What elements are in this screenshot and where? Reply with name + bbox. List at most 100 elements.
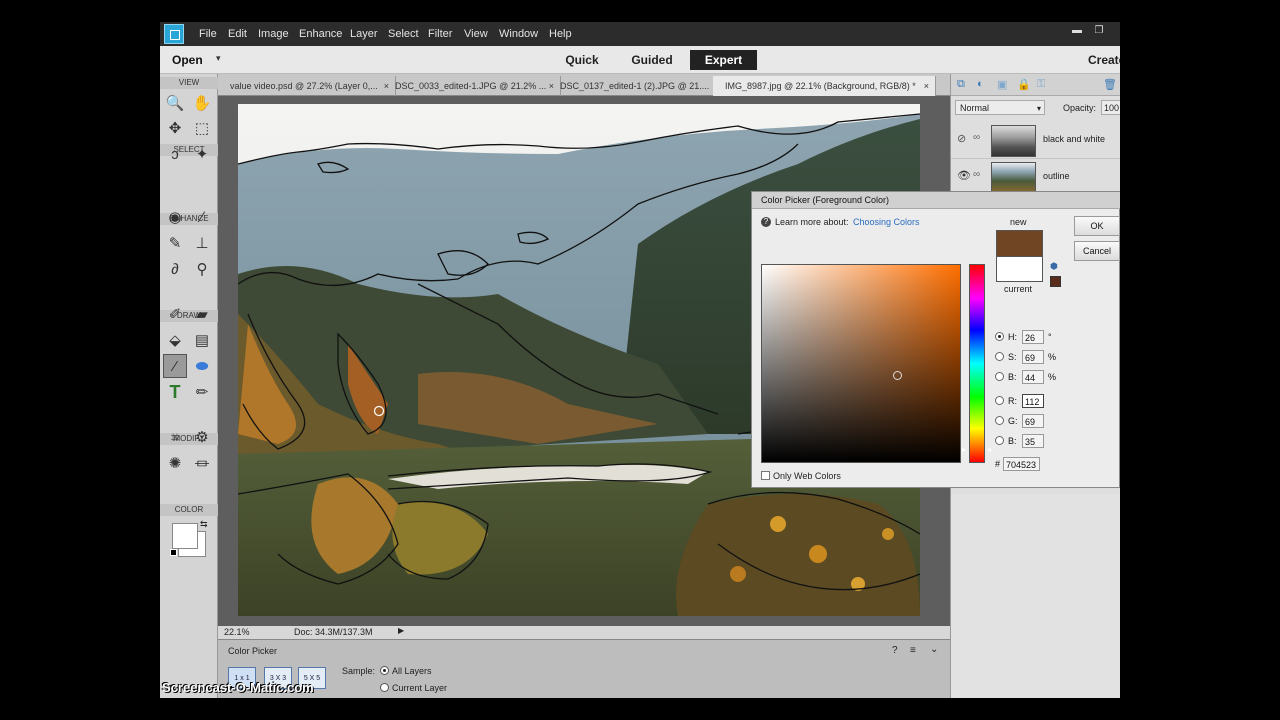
opacity-label: Opacity: bbox=[1063, 103, 1097, 113]
restore-icon[interactable]: ❐ bbox=[1092, 25, 1106, 37]
color-swatches[interactable]: ⇆ bbox=[170, 519, 208, 559]
saturation-brightness-field[interactable] bbox=[761, 264, 961, 463]
lock-all-icon[interactable]: ⚿ bbox=[1037, 78, 1045, 91]
magic-wand-icon[interactable]: ✦ bbox=[190, 142, 214, 166]
doc-tab-dsc-0033[interactable]: DSC_0033_edited-1.JPG @ 21.2% ... × bbox=[383, 76, 561, 96]
chevron-down-icon: ▾ bbox=[1036, 104, 1041, 113]
blend-mode-select[interactable]: Normal ▾ bbox=[955, 100, 1045, 115]
move-icon[interactable]: ✥ bbox=[163, 116, 187, 140]
s-radio[interactable] bbox=[995, 352, 1004, 361]
open-button[interactable]: Open bbox=[172, 53, 203, 67]
g-input[interactable]: 69 bbox=[1022, 414, 1044, 428]
zoom-icon[interactable]: 🔍 bbox=[163, 91, 187, 115]
swap-colors-icon[interactable]: ⇆ bbox=[200, 519, 208, 530]
layer-row-black-and-white[interactable]: ⊘ ∞ black and white bbox=[951, 122, 1120, 159]
menu-help[interactable]: Help bbox=[549, 28, 572, 40]
b-radio[interactable] bbox=[995, 372, 1004, 381]
menu-select[interactable]: Select bbox=[388, 28, 419, 40]
menu-filter[interactable]: Filter bbox=[428, 28, 452, 40]
red-eye-icon[interactable]: ◉ bbox=[163, 205, 187, 229]
only-web-colors-checkbox[interactable] bbox=[761, 471, 770, 480]
create-button[interactable]: Create bbox=[1088, 53, 1120, 67]
adjustment-layer-icon[interactable]: ◐ bbox=[977, 78, 984, 90]
status-menu-arrow-icon[interactable]: ▶ bbox=[398, 626, 404, 635]
hue-slider-right-arrow-icon[interactable]: ◂ bbox=[987, 445, 991, 454]
ok-button[interactable]: OK bbox=[1074, 216, 1120, 236]
hidden-eye-icon[interactable]: ⊘ bbox=[957, 132, 966, 145]
default-colors-icon[interactable] bbox=[170, 549, 177, 556]
r-input[interactable]: 112 bbox=[1022, 394, 1044, 408]
eyedropper-icon[interactable]: ⁄ bbox=[163, 354, 187, 378]
minimize-icon[interactable]: ▬ bbox=[1070, 25, 1084, 37]
h-radio[interactable] bbox=[995, 332, 1004, 341]
lock-icon[interactable]: 🔒 bbox=[1017, 78, 1031, 91]
marquee-icon[interactable]: ⬚ bbox=[190, 116, 214, 140]
link-icon[interactable]: ∞ bbox=[973, 132, 980, 143]
nearest-color-swatch[interactable] bbox=[1050, 276, 1061, 287]
close-icon[interactable]: × bbox=[924, 76, 929, 96]
menu-window[interactable]: Window bbox=[499, 28, 538, 40]
opacity-input[interactable]: 100 bbox=[1101, 100, 1120, 115]
hand-icon[interactable]: ✋ bbox=[190, 91, 214, 115]
s-input[interactable]: 69 bbox=[1022, 350, 1044, 364]
hue-slider-left-arrow-icon[interactable]: ▸ bbox=[962, 445, 966, 454]
blue-radio[interactable] bbox=[995, 436, 1004, 445]
eraser-icon[interactable]: ▰ bbox=[190, 302, 214, 326]
hue-slider[interactable] bbox=[969, 264, 985, 463]
options-menu-icon[interactable]: ≡ bbox=[910, 645, 916, 656]
current-layer-radio[interactable] bbox=[380, 683, 389, 692]
straighten-icon[interactable]: ⏛ bbox=[190, 451, 214, 475]
open-dropdown-icon[interactable]: ▾ bbox=[216, 53, 221, 64]
all-layers-radio[interactable] bbox=[380, 666, 389, 675]
pencil-icon[interactable]: ✏ bbox=[190, 380, 214, 404]
lasso-icon[interactable]: ↄ bbox=[163, 142, 187, 166]
hex-input[interactable]: 704523 bbox=[1003, 457, 1040, 471]
g-radio[interactable] bbox=[995, 416, 1004, 425]
photoshop-elements-window: File Edit Image Enhance Layer Select Fil… bbox=[160, 22, 1120, 698]
content-aware-move-icon[interactable]: ✺ bbox=[163, 451, 187, 475]
doc-tab-img-8987[interactable]: IMG_8987.jpg @ 22.1% (Background, RGB/8)… bbox=[713, 76, 936, 96]
recompose-icon[interactable]: ⚙ bbox=[190, 425, 214, 449]
new-layer-icon[interactable]: ⧉ bbox=[957, 78, 965, 91]
out-of-gamut-icon[interactable]: ⬢ bbox=[1050, 261, 1058, 272]
gradient-icon[interactable]: ▤ bbox=[190, 328, 214, 352]
type-icon[interactable]: T bbox=[163, 380, 187, 404]
menu-view[interactable]: View bbox=[464, 28, 488, 40]
current-color-swatch[interactable] bbox=[996, 256, 1043, 282]
menu-layer[interactable]: Layer bbox=[350, 28, 378, 40]
doc-tab-dsc-0137[interactable]: DSC_0137_edited-1 (2).JPG @ 21....× bbox=[548, 76, 726, 96]
brush-icon[interactable]: ✐ bbox=[163, 302, 187, 326]
link-icon[interactable]: ∞ bbox=[973, 169, 980, 180]
doc-tab-value-video[interactable]: value video.psd @ 27.2% (Layer 0,... × bbox=[218, 76, 396, 96]
choosing-colors-link[interactable]: Choosing Colors bbox=[853, 217, 920, 227]
tab-guided[interactable]: Guided bbox=[622, 50, 682, 70]
collapse-icon[interactable]: ⌄ bbox=[930, 644, 938, 655]
help-icon[interactable]: ? bbox=[892, 645, 898, 656]
paint-bucket-icon[interactable]: ⬙ bbox=[163, 328, 187, 352]
foreground-swatch[interactable] bbox=[172, 523, 198, 549]
blue-input[interactable]: 35 bbox=[1022, 434, 1044, 448]
menu-image[interactable]: Image bbox=[258, 28, 289, 40]
tab-quick[interactable]: Quick bbox=[552, 50, 612, 70]
spot-heal-icon[interactable]: ∕ bbox=[190, 205, 214, 229]
menu-file[interactable]: File bbox=[199, 28, 217, 40]
delete-layer-icon[interactable]: 🗑 bbox=[1103, 78, 1117, 91]
menu-enhance[interactable]: Enhance bbox=[299, 28, 342, 40]
cancel-button[interactable]: Cancel bbox=[1074, 241, 1120, 261]
crop-icon[interactable]: ⌗ bbox=[163, 425, 187, 449]
sponge-icon[interactable]: ⚲ bbox=[190, 257, 214, 281]
clone-stamp-icon[interactable]: ⊥ bbox=[190, 231, 214, 255]
b-input[interactable]: 44 bbox=[1022, 370, 1044, 384]
r-radio[interactable] bbox=[995, 396, 1004, 405]
smart-brush-icon[interactable]: ✎ bbox=[163, 231, 187, 255]
h-input[interactable]: 26 bbox=[1022, 330, 1044, 344]
layer-mask-icon[interactable]: ▣ bbox=[997, 78, 1007, 91]
color-cursor[interactable] bbox=[893, 371, 902, 380]
menu-edit[interactable]: Edit bbox=[228, 28, 247, 40]
shape-icon[interactable]: ⬬ bbox=[190, 354, 214, 378]
app-logo-icon[interactable] bbox=[164, 24, 184, 44]
blur-icon[interactable]: ∂ bbox=[163, 257, 187, 281]
zoom-readout[interactable]: 22.1% bbox=[224, 627, 250, 637]
tab-expert[interactable]: Expert bbox=[690, 50, 757, 70]
eye-icon[interactable]: 👁 bbox=[957, 169, 971, 182]
